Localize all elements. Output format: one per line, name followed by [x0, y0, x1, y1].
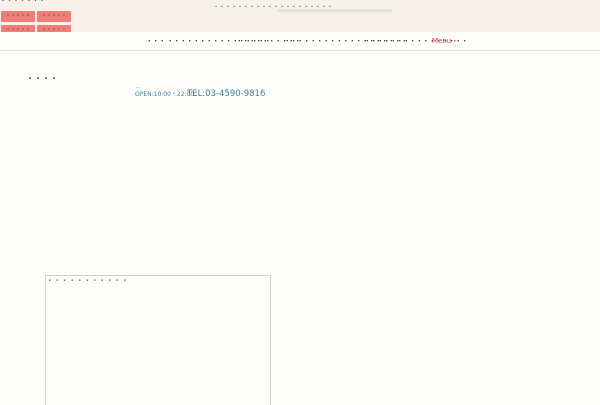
divider — [136, 87, 140, 88]
site-tagline: ・・・・・・・ — [0, 0, 46, 5]
widget-title[interactable]: ・・・・・・・・・・・ — [46, 276, 129, 286]
menu-toggle-button[interactable]: Menu・ — [432, 37, 458, 46]
quick-link-button[interactable]: ・・・・・ — [1, 11, 35, 22]
content-widget: ・・・・・・・・・・・ — [45, 275, 271, 405]
shop-name: ・・・・ — [26, 74, 58, 83]
site-header: ・・・・・・・ ・・・・・ ・・・・・ ・・・・・ ・・・・・ ・・・・・・・・… — [0, 0, 600, 36]
notice-placeholder-bar — [278, 9, 392, 12]
nav-item-home[interactable]: ・・・ — [146, 37, 166, 46]
quick-link-button[interactable]: ・・・・・ — [37, 11, 71, 22]
opening-hours: OPEN:10:00・22:00 — [135, 91, 195, 98]
phone-number-link[interactable]: TEL:03-4590-9816 — [187, 89, 265, 100]
global-nav: ・・・ ・・・・・・・・・・・・・・・・ ・・・・・・・・・・ ・・・・・・・・… — [0, 32, 600, 51]
